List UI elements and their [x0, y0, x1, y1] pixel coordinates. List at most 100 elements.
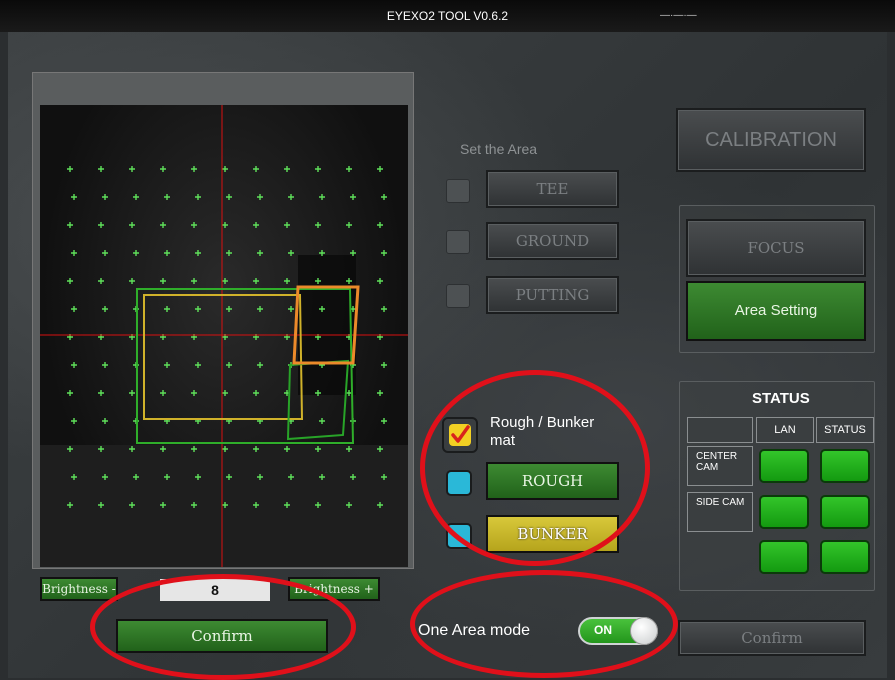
grid-cross: [160, 278, 166, 284]
grid-cross: [253, 222, 259, 228]
rough-bunker-label: Rough / Bunker mat: [490, 414, 595, 449]
ground-checkbox[interactable]: [446, 230, 470, 254]
bunker-button[interactable]: BUNKER: [486, 515, 619, 553]
grid-cross: [164, 306, 170, 312]
focus-button[interactable]: FOCUS: [686, 219, 866, 277]
side-cam-lan-indicator: [759, 495, 809, 529]
grid-cross: [67, 166, 73, 172]
grid-cross: [71, 194, 77, 200]
grid-cross: [381, 362, 387, 368]
grid-cross: [98, 166, 104, 172]
rough-indicator[interactable]: [446, 470, 472, 496]
grid-cross: [381, 306, 387, 312]
window-title-extra: —·—·—: [660, 10, 697, 21]
grid-cross: [71, 250, 77, 256]
grid-cross: [257, 250, 263, 256]
grid-cross: [164, 194, 170, 200]
status-row-label-center: CENTER CAM: [687, 446, 753, 486]
grid-cross: [160, 222, 166, 228]
grid-cross: [253, 166, 259, 172]
putting-checkbox[interactable]: [446, 284, 470, 308]
grid-cross: [226, 362, 232, 368]
calibration-button[interactable]: CALIBRATION: [676, 108, 866, 172]
grid-cross: [102, 250, 108, 256]
right-confirm-button[interactable]: Confirm: [678, 620, 866, 656]
grid-cross: [129, 390, 135, 396]
grid-cross: [315, 166, 321, 172]
grid-cross: [160, 390, 166, 396]
grid-cross: [191, 390, 197, 396]
brightness-minus-button[interactable]: Brightness -: [40, 577, 118, 601]
grid-cross: [71, 418, 77, 424]
camera-view[interactable]: [40, 105, 408, 567]
grid-cross: [102, 362, 108, 368]
toggle-knob: [630, 617, 658, 645]
bunker-indicator[interactable]: [446, 523, 472, 549]
rough-button[interactable]: ROUGH: [486, 462, 619, 500]
title-bar: EYEXO2 TOOL V0.6.2 —·—·—: [0, 0, 895, 32]
grid-cross: [195, 250, 201, 256]
grid-cross: [195, 362, 201, 368]
grid-cross: [377, 166, 383, 172]
grid-cross: [191, 166, 197, 172]
grid-cross: [381, 418, 387, 424]
grid-cross: [129, 278, 135, 284]
grid-cross: [102, 194, 108, 200]
grid-cross: [257, 306, 263, 312]
toggle-on-label: ON: [594, 623, 612, 637]
side-cam-status-indicator: [820, 495, 870, 529]
one-area-mode-toggle[interactable]: ON: [578, 617, 658, 645]
check-icon: [449, 424, 471, 446]
brightness-value: 8: [160, 579, 270, 601]
center-cam-status-indicator: [820, 449, 870, 483]
grid-cross: [288, 250, 294, 256]
grid-cross: [346, 166, 352, 172]
grid-cross: [315, 222, 321, 228]
tee-area-outline: [143, 294, 304, 420]
grid-cross: [253, 278, 259, 284]
grid-cross: [98, 390, 104, 396]
rough-bunker-checkbox[interactable]: [442, 417, 478, 453]
brightness-plus-button[interactable]: Brightness +: [288, 577, 380, 601]
grid-cross: [288, 194, 294, 200]
grid-cross: [222, 390, 228, 396]
grid-cross: [257, 362, 263, 368]
grid-cross: [284, 222, 290, 228]
grid-cross: [102, 418, 108, 424]
grid-cross: [160, 166, 166, 172]
status-row-label-side: SIDE CAM: [687, 492, 753, 532]
set-area-heading: Set the Area: [460, 141, 538, 157]
grid-cross: [191, 278, 197, 284]
status-header-status: STATUS: [816, 417, 874, 443]
putting-button[interactable]: PUTTING: [486, 276, 619, 314]
tee-button[interactable]: TEE: [486, 170, 619, 208]
grid-cross: [98, 222, 104, 228]
tee-checkbox[interactable]: [446, 179, 470, 203]
ground-button[interactable]: GROUND: [486, 222, 619, 260]
camera-confirm-button[interactable]: Confirm: [116, 619, 328, 653]
grid-cross: [71, 362, 77, 368]
grid-cross: [133, 250, 139, 256]
grid-cross: [133, 194, 139, 200]
grid-cross: [381, 194, 387, 200]
status-header-blank: [687, 417, 753, 443]
grid-cross: [129, 222, 135, 228]
grid-cross: [129, 166, 135, 172]
grid-cross: [67, 390, 73, 396]
grid-cross: [319, 194, 325, 200]
third-cam-status-indicator: [820, 540, 870, 574]
grid-cross: [284, 278, 290, 284]
grid-cross: [319, 418, 325, 424]
area-setting-button[interactable]: Area Setting: [686, 281, 866, 341]
status-header-lan: LAN: [756, 417, 814, 443]
grid-cross: [222, 166, 228, 172]
grid-cross: [226, 306, 232, 312]
calibration-grid: [40, 105, 408, 567]
grid-cross: [257, 194, 263, 200]
grid-cross: [377, 278, 383, 284]
grid-cross: [67, 222, 73, 228]
grid-cross: [71, 306, 77, 312]
window-title: EYEXO2 TOOL V0.6.2: [386, 9, 509, 23]
grid-cross: [164, 362, 170, 368]
grid-cross: [288, 306, 294, 312]
